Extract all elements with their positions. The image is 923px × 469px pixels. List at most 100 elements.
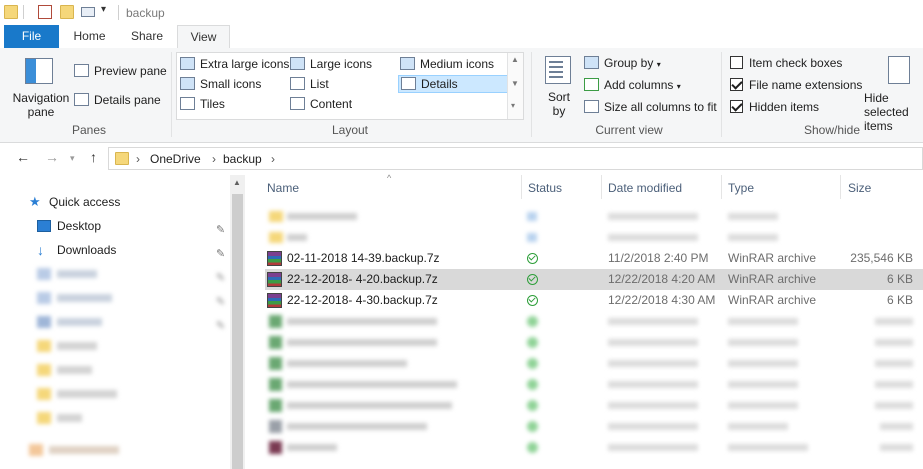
breadcrumb-separator-icon[interactable]: › [136, 152, 140, 166]
navigation-pane-icon[interactable] [25, 58, 53, 84]
scroll-up-icon[interactable]: ▲ [511, 55, 519, 64]
pin-icon[interactable]: ✎ [216, 315, 225, 337]
up-arrow-icon[interactable]: ↑ [90, 149, 97, 165]
group-separator [531, 52, 532, 137]
rename-icon[interactable] [81, 7, 95, 17]
layout-list[interactable]: List [290, 76, 329, 94]
tab-file[interactable]: File [4, 25, 59, 49]
date-blurred [608, 444, 698, 451]
breadcrumb-onedrive[interactable]: OneDrive [150, 152, 201, 166]
nav-item-quick-access[interactable]: ★ Quick access [0, 191, 230, 213]
table-row[interactable]: 22-12-2018- 4-30.backup.7z 12/22/2018 4:… [265, 290, 923, 311]
hide-selected-icon[interactable] [888, 56, 910, 84]
add-columns-button[interactable]: Add columns ▾ [584, 78, 681, 92]
column-divider[interactable] [840, 175, 841, 199]
breadcrumb-backup[interactable]: backup [223, 152, 262, 166]
file-name-extensions-checkbox[interactable] [730, 78, 743, 91]
table-row-blurred[interactable] [265, 395, 923, 416]
tab-view[interactable]: View [177, 25, 230, 50]
forward-arrow-icon[interactable]: → [45, 149, 59, 165]
scroll-down-icon[interactable]: ▼ [511, 79, 519, 88]
column-divider[interactable] [521, 175, 522, 199]
layout-small-icons[interactable]: Small icons [180, 76, 261, 94]
nav-item-blurred-label [49, 446, 119, 454]
layout-content[interactable]: Content [290, 96, 352, 114]
nav-item-icon [37, 316, 51, 328]
nav-item-blurred[interactable] [0, 407, 230, 429]
group-by-button[interactable]: Group by ▾ [584, 56, 661, 70]
expand-gallery-icon[interactable]: ▾ [511, 101, 515, 110]
new-folder-icon[interactable] [60, 5, 74, 19]
table-row-blurred[interactable] [265, 374, 923, 395]
navigation-pane-button[interactable]: Navigation pane [12, 91, 70, 119]
nav-item-blurred[interactable] [0, 359, 230, 381]
breadcrumb-separator-icon[interactable]: › [212, 152, 216, 166]
layout-scroll[interactable]: ▲ ▼ ▾ [507, 53, 523, 119]
table-row-blurred[interactable] [265, 206, 923, 227]
layout-extra-large-icons[interactable]: Extra large icons [180, 56, 289, 74]
size-all-columns-button[interactable]: Size all columns to fit [584, 100, 717, 114]
hidden-items-checkbox[interactable] [730, 100, 743, 113]
archive-icon [269, 399, 282, 412]
column-divider[interactable] [721, 175, 722, 199]
column-divider[interactable] [601, 175, 602, 199]
pin-icon[interactable]: ✎ [216, 267, 225, 289]
column-header-name[interactable]: Name [267, 181, 299, 195]
layout-tiles[interactable]: Tiles [180, 96, 225, 114]
item-check-boxes-checkbox[interactable] [730, 56, 743, 69]
breadcrumb-separator-icon[interactable]: › [271, 152, 275, 166]
table-row-selected[interactable]: 22-12-2018- 4-20.backup.7z 12/22/2018 4:… [265, 269, 923, 290]
pin-icon[interactable]: ✎ [216, 243, 225, 265]
pin-icon[interactable]: ✎ [216, 291, 225, 313]
details-pane-button[interactable]: Details pane [74, 93, 161, 107]
nav-item-desktop[interactable]: Desktop ✎ [0, 215, 230, 237]
file-name-blurred [287, 423, 427, 430]
table-row-blurred[interactable] [265, 353, 923, 374]
layout-large-icons[interactable]: Large icons [290, 56, 372, 74]
sort-by-icon[interactable] [545, 56, 571, 84]
nav-item-blurred[interactable] [0, 383, 230, 405]
layout-details[interactable]: Details [398, 75, 508, 93]
sort-by-button[interactable]: Sort by [548, 90, 570, 118]
file-name-extensions-toggle[interactable]: File name extensions [730, 78, 862, 92]
nav-item-blurred[interactable] [0, 335, 230, 357]
nav-item-blurred[interactable]: ✎ [0, 263, 230, 285]
pin-icon[interactable]: ✎ [216, 219, 225, 241]
nav-scrollbar-thumb[interactable] [232, 194, 243, 469]
nav-item-blurred[interactable]: ✎ [0, 311, 230, 333]
column-header-date-modified[interactable]: Date modified [608, 181, 682, 195]
address-bar[interactable]: › OneDrive › backup › [108, 147, 923, 170]
tab-home[interactable]: Home [62, 25, 117, 49]
column-header-status[interactable]: Status [528, 181, 562, 195]
table-row-blurred[interactable] [265, 227, 923, 248]
status-icon [527, 358, 538, 369]
nav-item-blurred[interactable]: ✎ [0, 287, 230, 309]
hide-selected-button[interactable]: Hide selected items [864, 91, 923, 133]
back-arrow-icon[interactable]: ← [16, 149, 30, 165]
properties-icon[interactable] [38, 5, 52, 19]
nav-item-blurred[interactable] [0, 439, 230, 461]
customize-quick-access-icon[interactable]: ▾ [101, 4, 115, 18]
layout-medium-icons[interactable]: Medium icons [400, 56, 494, 74]
table-row-blurred[interactable] [265, 437, 923, 458]
nav-item-blurred-label [57, 294, 112, 302]
column-header-type[interactable]: Type [728, 181, 754, 195]
nav-item-downloads[interactable]: ↓ Downloads ✎ [0, 239, 230, 261]
file-date-modified: 12/22/2018 4:20 AM [608, 272, 716, 286]
table-row[interactable]: 02-11-2018 14-39.backup.7z 11/2/2018 2:4… [265, 248, 923, 269]
preview-pane-button[interactable]: Preview pane [74, 64, 167, 78]
layout-item-label: Tiles [200, 97, 225, 111]
hidden-items-toggle[interactable]: Hidden items [730, 100, 819, 114]
tab-share[interactable]: Share [118, 25, 176, 49]
scroll-up-icon[interactable]: ▲ [233, 178, 241, 187]
column-header-size[interactable]: Size [848, 181, 871, 195]
nav-item-icon [37, 292, 51, 304]
date-blurred [608, 402, 698, 409]
table-row-blurred[interactable] [265, 332, 923, 353]
table-row-blurred[interactable] [265, 416, 923, 437]
type-blurred [728, 213, 778, 220]
item-check-boxes-toggle[interactable]: Item check boxes [730, 56, 842, 70]
recent-locations-chevron-icon[interactable]: ▾ [70, 153, 75, 164]
file-type: WinRAR archive [728, 251, 817, 265]
table-row-blurred[interactable] [265, 311, 923, 332]
